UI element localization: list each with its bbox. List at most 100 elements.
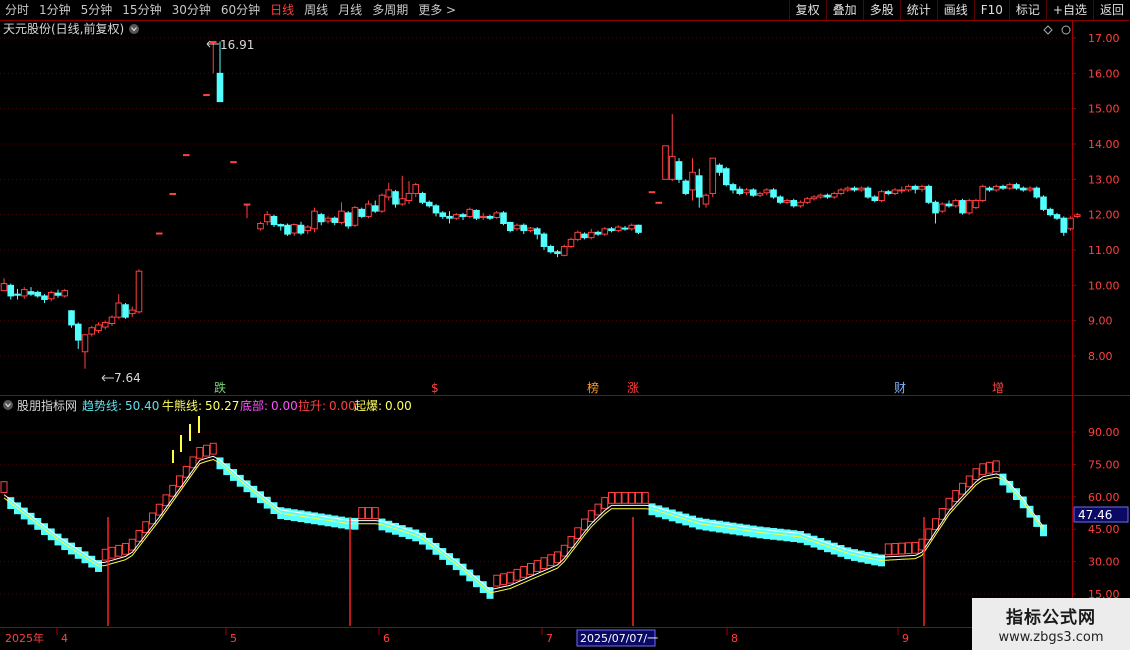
candle-body (878, 191, 885, 202)
stock-title[interactable]: 天元股份(日线,前复权) (3, 21, 124, 36)
indicator-bar (554, 551, 561, 564)
price-tick-label: 16.00 (1088, 67, 1120, 80)
tab-2[interactable]: 5分钟 (76, 0, 118, 20)
indicator-bar (905, 542, 912, 555)
date-label: 9 (902, 632, 909, 645)
indicator-bar (506, 571, 514, 584)
tab-6[interactable]: 日线 (265, 0, 299, 20)
indicator-bar (155, 503, 163, 516)
event-marker-0[interactable]: 跌 (214, 380, 226, 395)
candle-body (668, 155, 676, 180)
candle-body (601, 228, 609, 235)
indicator-values: 趋势线: 50.40 牛熊线: 50.27 底部: 0.00 拉升: 0.00起爆: 0.00 (82, 398, 412, 413)
low-price-label: 7.64 (114, 371, 141, 385)
candle-body (182, 154, 190, 157)
indicator-name[interactable]: 股朋指标网 (17, 398, 77, 413)
tab-3[interactable]: 15分钟 (117, 0, 166, 20)
tab-4[interactable]: 30分钟 (167, 0, 216, 20)
candle-body (817, 194, 825, 198)
indicator-value: 0.00 (385, 399, 412, 413)
candle-body (486, 215, 494, 219)
candle-body (1046, 208, 1054, 216)
tab-5[interactable]: 60分钟 (216, 0, 265, 20)
candle-body (837, 189, 845, 194)
date-label: 7 (546, 632, 553, 645)
indicator-item-0: 趋势线: 50.40 (82, 399, 159, 413)
tab-9[interactable]: 多周期 (367, 0, 413, 20)
candle-body (1026, 187, 1034, 191)
dropdown-icon[interactable] (129, 24, 139, 34)
candle-body (432, 205, 440, 214)
indicator-label: 起爆: (354, 399, 382, 413)
indicator-bar (108, 546, 116, 559)
tool-button-6[interactable]: 标记 (1008, 0, 1046, 20)
tool-button-3[interactable]: 统计 (899, 0, 937, 20)
price-axis: 17.00 16.00 15.00 14.00 13.00 12.00 11.00 10.00… (1072, 32, 1120, 363)
tool-button-0[interactable]: 复权 (788, 0, 826, 20)
candle-body (851, 187, 858, 191)
date-label: 4 (61, 632, 68, 645)
candle-body (1013, 184, 1020, 189)
indicator-bar (520, 565, 528, 578)
indicator-bar (992, 460, 1000, 473)
high-price-label: 16.91 (220, 38, 254, 52)
candle-body (257, 223, 264, 230)
indicator-bar (196, 446, 204, 459)
event-marker-5[interactable]: 增 (992, 381, 1004, 395)
event-marker-3[interactable]: 涨 (627, 380, 639, 395)
tool-button-4[interactable]: 画线 (936, 0, 974, 20)
candle-body (405, 192, 413, 202)
indicator-bar (122, 542, 129, 555)
candle-body (135, 270, 143, 313)
candle-body (0, 283, 8, 292)
candle-body (533, 228, 541, 235)
indicator-bar (567, 536, 575, 548)
tab-8[interactable]: 月线 (333, 0, 367, 20)
tool-button-2[interactable]: 多股 (862, 0, 900, 20)
candle-body (844, 187, 852, 191)
indicator-bar (635, 491, 642, 504)
indicator-bar (587, 510, 595, 523)
indicator-label: 拉升: (298, 398, 326, 413)
candle-body (1067, 217, 1074, 230)
tool-button-1[interactable]: 叠加 (825, 0, 863, 20)
tool-button-7[interactable]: +自选 (1045, 0, 1093, 20)
indicator-bar (149, 512, 156, 525)
indicator-value: 50.27 (205, 399, 239, 413)
diamond-icon[interactable] (1043, 25, 1053, 35)
event-marker-2[interactable]: 榜 (587, 380, 599, 395)
event-marker-1[interactable]: $ (431, 381, 439, 395)
candle-body (115, 302, 123, 318)
indicator-bar (513, 568, 521, 581)
tab-7[interactable]: 周线 (299, 0, 333, 20)
candle-body (770, 189, 777, 198)
price-tick-label: 14.00 (1088, 138, 1120, 151)
indicator-bar (601, 497, 609, 509)
candle-body (729, 184, 737, 191)
price-tick-label: 10.00 (1088, 279, 1120, 292)
indicator-label: 底部: (240, 398, 268, 413)
tool-button-5[interactable]: F10 (973, 0, 1009, 20)
indicator-menu-icon[interactable] (3, 400, 13, 410)
candle-body (344, 212, 352, 227)
tab-1[interactable]: 1分钟 (34, 0, 76, 20)
indicator-bar (965, 475, 973, 488)
indicator-bar (945, 497, 953, 510)
candle-body (108, 316, 116, 324)
tab-10[interactable]: 更多 > (413, 0, 461, 20)
candle-body (324, 217, 332, 222)
candle-body (459, 214, 467, 217)
indicator-bar (972, 468, 980, 481)
tool-button-8[interactable]: 返回 (1092, 0, 1130, 20)
candle-body (47, 291, 55, 300)
indicator-bar (628, 491, 636, 504)
tab-0[interactable]: 分时 (0, 0, 34, 20)
event-marker-4[interactable]: 财 (894, 381, 906, 395)
candle-body (216, 72, 224, 103)
candle-body (155, 232, 163, 235)
settings-circle-icon[interactable] (1061, 25, 1071, 35)
candle-body (128, 309, 136, 315)
chart-area[interactable]: 天元股份(日线,前复权) 16.91 7.64 跌 $ 榜 涨 财 增 17.00 16.0… (0, 20, 1130, 650)
current-value-text: 47.46 (1078, 508, 1112, 522)
indicator-item-1: 牛熊线: 50.27 (162, 398, 239, 413)
